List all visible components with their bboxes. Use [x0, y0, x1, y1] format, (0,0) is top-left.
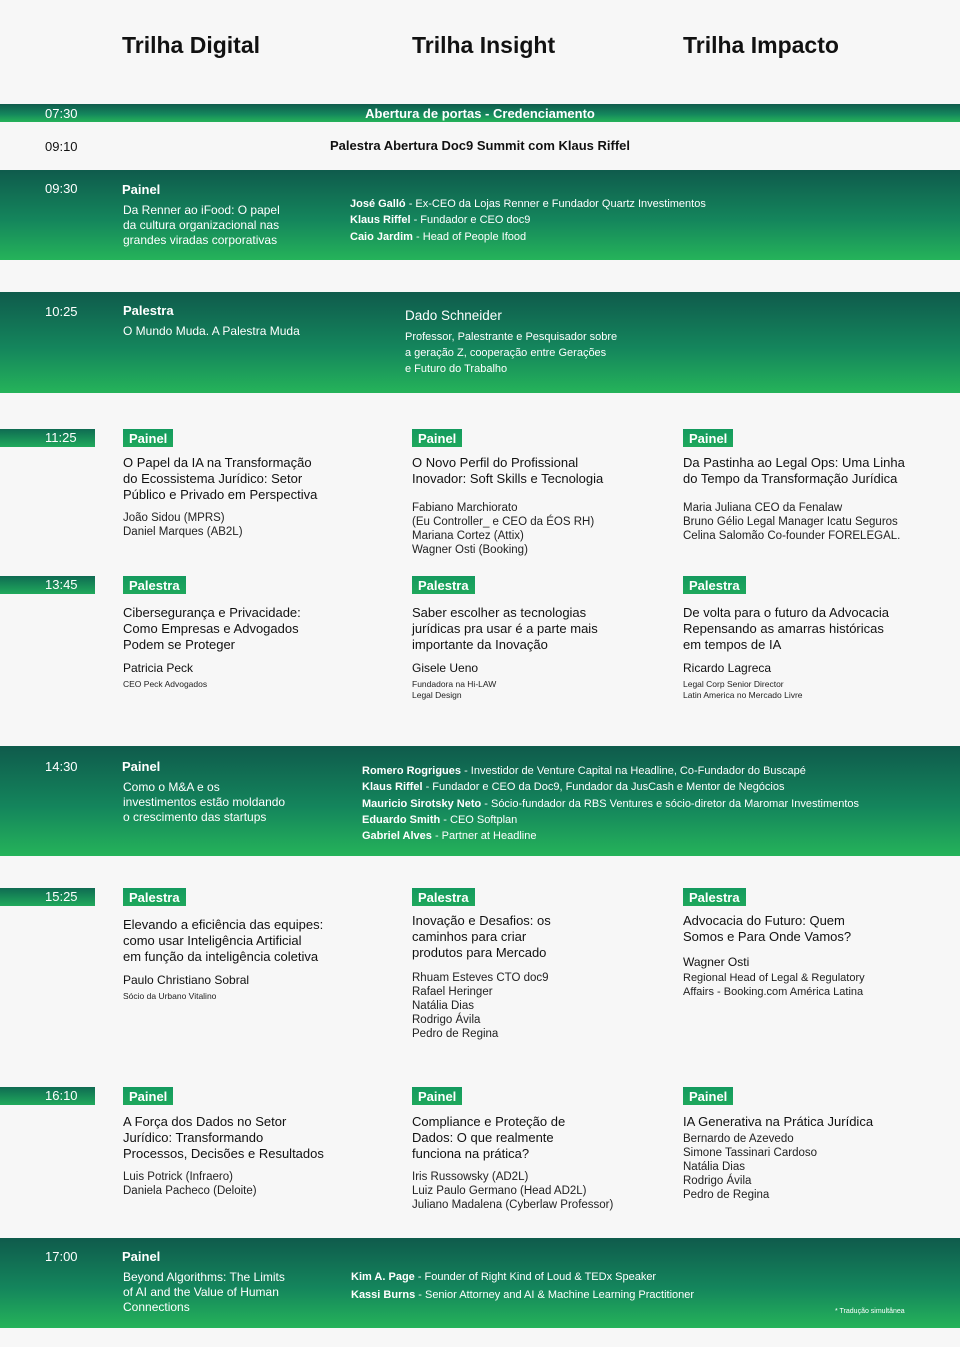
session-title: Elevando a eficiência das equipes: como … [123, 917, 324, 964]
session-type-tag: Palestra [412, 888, 475, 906]
session-speaker-role: Regional Head of Legal & Regulatory Affa… [683, 972, 865, 998]
guest: José Galló - Ex-CEO da Lojas Renner e Fu… [350, 198, 706, 210]
session-speaker: Ricardo Lagreca [683, 661, 772, 675]
panel-1430: 14:30 Painel Como o M&A e os investiment… [0, 746, 960, 856]
guest: Klaus Riffel - Fundador e CEO doc9 [350, 214, 531, 227]
session-type-tag: Palestra [123, 888, 186, 906]
session-people: Iris Russowsky (AD2L) Luiz Paulo Germano… [412, 1171, 614, 1211]
session-title: De volta para o futuro da Advocacia Repe… [683, 605, 889, 652]
session-people: Maria Juliana CEO da Fenalaw Bruno Gélio… [683, 502, 901, 542]
guest: Eduardo Smith - CEO Softplan [362, 813, 518, 826]
panel-1430-type: Painel [122, 759, 161, 774]
session-title: Cibersegurança e Privacidade: Como Empre… [123, 605, 301, 652]
session-type-tag: Painel [412, 1087, 463, 1105]
session-title: Compliance e Proteção de Dados: O que re… [412, 1114, 566, 1161]
slot-1610-time: 16:10 [0, 1087, 95, 1105]
panel-1430-title: Como o M&A e os investimentos estão mold… [123, 780, 286, 824]
panel-1700: 17:00 Painel Beyond Algorithms: The Limi… [0, 1238, 960, 1328]
session-type-tag: Painel [683, 429, 734, 447]
session-speaker-role: Sócio da Urbano Vitalino [123, 991, 217, 1001]
guest: Caio Jardim - Head of People Ifood [350, 230, 527, 243]
session-people: Rhuam Esteves CTO doc9 Rafael Heringer N… [412, 972, 549, 1040]
guest: Klaus Riffel - Fundador e CEO da Doc9, F… [362, 781, 785, 794]
panel-1700-type: Painel [122, 1249, 161, 1264]
session-type-tag: Palestra [123, 576, 186, 594]
keynote-label: Palestra Abertura Doc9 Summit com Klaus … [329, 138, 631, 153]
slot-1125-cell-impacto: Painel Da Pastinha ao Legal Ops: Uma Lin… [683, 429, 943, 543]
session-speaker-role: Legal Corp Senior Director Latin America… [683, 679, 803, 700]
session-title: IA Generativa na Prática Jurídica [683, 1114, 874, 1129]
slot-1610-cell-digital: Painel A Força dos Dados no Setor Jurídi… [123, 1087, 373, 1198]
slot-1125-time: 11:25 [0, 429, 95, 447]
session-type-tag: Palestra [683, 576, 746, 594]
panel-1430-time: 14:30 [45, 759, 78, 774]
session-speaker: Wagner Osti [683, 955, 750, 969]
session-speaker: Patricia Peck [123, 661, 194, 675]
translation-note: * Tradução simultânea [835, 1308, 905, 1315]
track-title-insight: Trilha Insight [412, 32, 556, 58]
session-people: Bernardo de Azevedo Simone Tassinari Car… [683, 1133, 818, 1201]
slot-1525-cell-digital: Palestra Elevando a eficiência das equip… [123, 888, 373, 1002]
session-speaker-role: Fundadora na Hi-LAW Legal Design [412, 679, 497, 700]
session-title: Da Pastinha ao Legal Ops: Uma Linha do T… [683, 455, 905, 486]
slot-1125-cell-digital: Painel O Papel da IA na Transformação do… [123, 429, 373, 539]
panel-1700-guests: Kim A. Page - Founder of Right Kind of L… [351, 1268, 911, 1304]
session-type-tag: Painel [123, 429, 174, 447]
session-type-tag: Painel [412, 429, 463, 447]
slot-1345-cell-impacto: Palestra De volta para o futuro da Advoc… [683, 576, 943, 701]
session-people: João Sidou (MPRS) Daniel Marques (AB2L) [123, 512, 243, 538]
opening-label: Abertura de portas - Credenciamento [365, 106, 595, 121]
guest: Kim A. Page - Founder of Right Kind of L… [351, 1271, 657, 1283]
slot-1525-time: 15:25 [0, 888, 95, 906]
session-type-tag: Painel [123, 1087, 174, 1105]
talk-1025-title: O Mundo Muda. A Palestra Muda [123, 324, 300, 338]
session-speaker: Gisele Ueno [412, 661, 479, 675]
session-type-tag: Palestra [412, 576, 475, 594]
panel-0930-guests: José Galló - Ex-CEO da Lojas Renner e Fu… [350, 196, 950, 245]
session-type-tag: Palestra [683, 888, 746, 906]
track-title-digital: Trilha Digital [122, 32, 261, 58]
talk-1025: 10:25 Palestra O Mundo Muda. A Palestra … [0, 292, 960, 393]
slot-1345-cell-digital: Palestra Cibersegurança e Privacidade: C… [123, 576, 373, 690]
session-people: Fabiano Marchiorato (Eu Controller_ e CE… [412, 502, 595, 556]
session-title: O Papel da IA na Transformação do Ecossi… [123, 455, 318, 502]
talk-1025-type: Palestra [123, 303, 174, 318]
talk-1025-bio: Professor, Palestrante e Pesquisador sob… [405, 331, 618, 375]
panel-0930-type: Painel [122, 182, 161, 197]
slot-1525-cell-insight: Palestra Inovação e Desafios: os caminho… [412, 888, 662, 1041]
session-title: O Novo Perfil do Profissional Inovador: … [412, 455, 604, 486]
slot-1525-cell-impacto: Palestra Advocacia do Futuro: Quem Somos… [683, 888, 943, 999]
session-type-tag: Painel [683, 1087, 734, 1105]
session-speaker: Paulo Christiano Sobral [123, 973, 250, 987]
session-title: A Força dos Dados no Setor Jurídico: Tra… [123, 1114, 324, 1161]
opening-band: 07:30 Abertura de portas - Credenciament… [0, 104, 960, 122]
slot-1610-cell-impacto: Painel IA Generativa na Prática Jurídica… [683, 1087, 943, 1202]
panel-0930-time: 09:30 [45, 181, 78, 196]
panel-1700-time: 17:00 [45, 1249, 78, 1264]
guest: Kassi Burns - Senior Attorney and AI & M… [351, 1289, 695, 1301]
slot-1125-cell-insight: Painel O Novo Perfil do Profissional Ino… [412, 429, 662, 557]
session-speaker-role: CEO Peck Advogados [123, 679, 208, 689]
session-title: Advocacia do Futuro: Quem Somos e Para O… [683, 913, 852, 944]
guest: Gabriel Alves - Partner at Headline [362, 830, 537, 843]
track-title-impacto: Trilha Impacto [683, 32, 839, 58]
guest: Mauricio Sirotsky Neto - Sócio-fundador … [362, 797, 860, 810]
session-title: Saber escolher as tecnologias jurídicas … [412, 605, 598, 652]
talk-1025-time: 10:25 [45, 304, 78, 319]
slot-1345-time: 13:45 [0, 576, 95, 594]
talk-1025-speaker: Dado Schneider [405, 308, 502, 323]
panel-1430-guests: Romero Rogrigues - Investidor de Venture… [362, 763, 952, 844]
session-title: Inovação e Desafios: os caminhos para cr… [412, 913, 551, 960]
panel-0930-title: Da Renner ao iFood: O papel da cultura o… [123, 203, 280, 247]
guest: Romero Rogrigues - Investidor de Venture… [362, 765, 806, 777]
slot-1610-cell-insight: Painel Compliance e Proteção de Dados: O… [412, 1087, 672, 1212]
slot-1345-cell-insight: Palestra Saber escolher as tecnologias j… [412, 576, 662, 701]
panel-0930: 09:30 Painel Da Renner ao iFood: O papel… [0, 170, 960, 260]
session-people: Luis Potrick (Infraero) Daniela Pacheco … [123, 1171, 257, 1197]
panel-1700-title: Beyond Algorithms: The Limits of AI and … [123, 1270, 285, 1314]
